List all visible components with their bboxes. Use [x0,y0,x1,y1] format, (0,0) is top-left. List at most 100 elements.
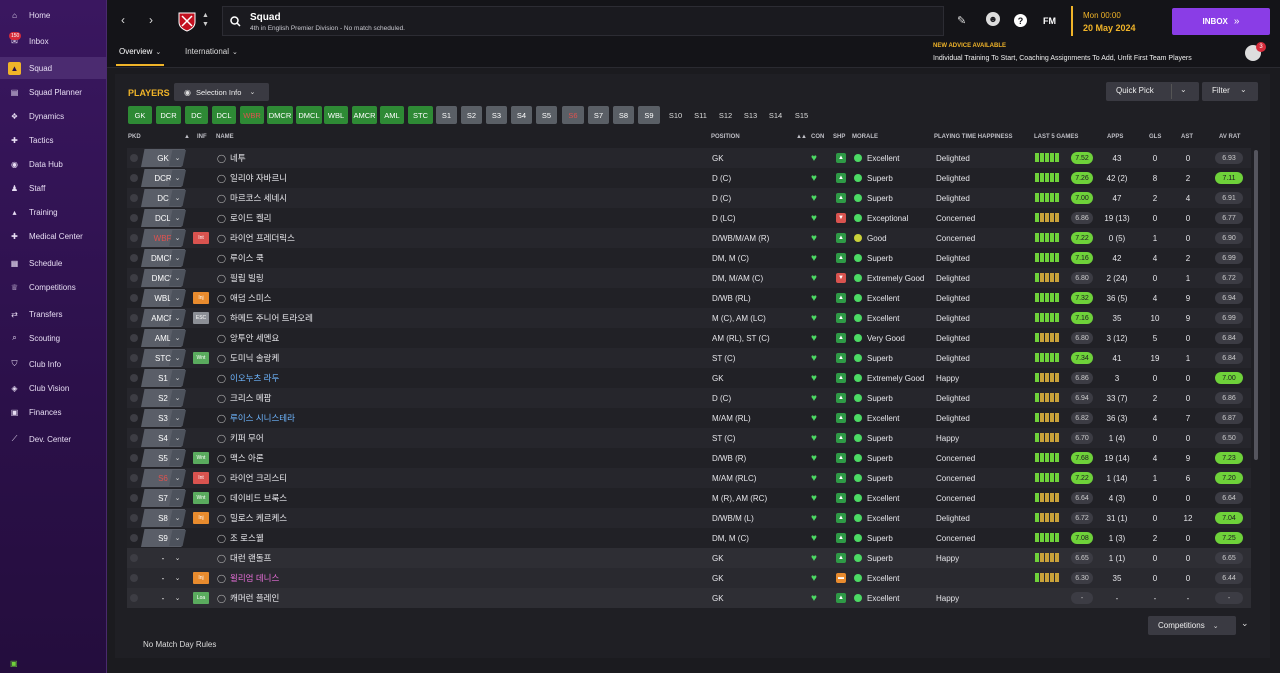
position-button-dmcr[interactable]: DMCR [267,106,293,124]
table-row[interactable]: - ⌄ Inj ◯ 윌리엄 데니스 GK ♥ ▬ Excellent 6.30 35 0 0 6.44 [127,568,1251,588]
col-position[interactable]: POSITION [711,134,740,140]
player-name[interactable]: 일리야 자바르니 [230,168,287,188]
position-button-dmcl[interactable]: DMCL [296,106,322,124]
table-row[interactable]: DCL ⌄ ◯ 로이드 켈리 D (LC) ♥ ▼ Exceptional Concerned 6… [127,208,1251,228]
club-switch-icon[interactable]: ▲ ▼ [202,11,209,29]
sidebar-item-club-info[interactable]: ⛉ Club Info [0,353,107,375]
pkd-indicator-icon[interactable] [130,394,138,402]
sidebar-item-finances[interactable]: ▣ Finances [0,401,107,423]
pkd-indicator-icon[interactable] [130,274,138,282]
pkd-indicator-icon[interactable] [130,434,138,442]
pkd-indicator-icon[interactable] [130,494,138,502]
position-button-s5[interactable]: S5 [536,106,557,124]
quick-pick-button[interactable]: Quick Pick ⌄ [1106,82,1199,101]
date-display[interactable]: Mon 00:00 20 May 2024 [1071,6,1169,36]
position-button-aml[interactable]: AML [380,106,404,124]
sidebar-item-competitions[interactable]: ♕ Competitions [0,276,107,298]
sidebar-item-inbox[interactable]: ✉ 150 Inbox [0,30,107,52]
player-name[interactable]: 앙투안 세멘요 [230,328,279,348]
player-name[interactable]: 라이언 프레더릭스 [230,228,295,248]
advice-panel[interactable]: NEW ADVICE AVAILABLE Individual Training… [928,42,1270,66]
position-button-s8[interactable]: S8 [613,106,634,124]
player-name[interactable]: 키퍼 무어 [230,428,264,448]
player-name[interactable]: 윌리엄 데니스 [230,568,279,588]
pkd-indicator-icon[interactable] [130,474,138,482]
pkd-indicator-icon[interactable] [130,534,138,542]
player-name[interactable]: 밀로스 케르케스 [230,508,287,528]
table-row[interactable]: S4 ⌄ ◯ 키퍼 무어 ST (C) ♥ ▲ Superb Happy 6.70 1 (4) 0 0 6… [127,428,1251,448]
col-morale[interactable]: MORALE [852,134,878,140]
table-row[interactable]: DCR ⌄ ◯ 일리야 자바르니 D (C) ♥ ▲ Superb Delighted 7.26 4… [127,168,1251,188]
sidebar-item-squad[interactable]: ▲ Squad [0,57,107,79]
position-button-s7[interactable]: S7 [588,106,609,124]
player-name[interactable]: 데이비드 브룩스 [230,488,287,508]
sidebar-item-schedule[interactable]: ▦ Schedule [0,252,107,274]
col-playing-time-happiness[interactable]: PLAYING TIME HAPPINESS [934,134,1012,140]
table-row[interactable]: AML ⌄ ◯ 앙투안 세멘요 AM (RL), ST (C) ♥ ▲ Very Good De… [127,328,1251,348]
inbox-continue-button[interactable]: INBOX » [1172,8,1270,35]
position-button-s4[interactable]: S4 [511,106,532,124]
player-name[interactable]: 애덤 스미스 [230,288,271,308]
pkd-indicator-icon[interactable] [130,334,138,342]
tab-international[interactable]: International ⌄ [182,46,241,66]
expand-chevron-icon[interactable]: ⌄ [1241,618,1249,629]
player-name[interactable]: 마르코스 세네시 [230,188,287,208]
sidebar-item-club-vision[interactable]: ◈ Club Vision [0,377,107,399]
col-apps[interactable]: APPS [1107,134,1123,140]
pkd-indicator-icon[interactable] [130,374,138,382]
col-shp[interactable]: SHP [833,134,845,140]
player-name[interactable]: 라이언 크리스티 [230,468,287,488]
player-name[interactable]: 대런 랜돌프 [230,548,271,568]
scrollbar[interactable] [1254,150,1258,460]
table-row[interactable]: DC ⌄ ◯ 마르코스 세네시 D (C) ♥ ▲ Superb Delighted 7.00 47… [127,188,1251,208]
player-name[interactable]: 네투 [230,148,246,168]
table-row[interactable]: - ⌄ Loa ◯ 캐머런 플레인 GK ♥ ▲ Excellent Happy - - - - - [127,588,1251,608]
position-button-wbr[interactable]: WBR [240,106,264,124]
tab-overview[interactable]: Overview ⌄ [116,46,165,66]
table-row[interactable]: S2 ⌄ ◯ 크리스 메팜 D (C) ♥ ▲ Superb Delighted 6.94 33 (… [127,388,1251,408]
position-button-dc[interactable]: DC [185,106,208,124]
sidebar-item-scouting[interactable]: ⌕ Scouting [0,327,107,349]
position-button-stc[interactable]: STC [408,106,433,124]
pkd-indicator-icon[interactable] [130,554,138,562]
table-row[interactable]: WBR ⌄ Int ◯ 라이언 프레더릭스 D/WB/M/AM (R) ♥ ▲ Good Conc… [127,228,1251,248]
sidebar-item-dynamics[interactable]: ❖ Dynamics [0,105,107,127]
table-row[interactable]: S3 ⌄ ◯ 루이스 시니스테라 M/AM (RL) ♥ ▲ Excellent Delight… [127,408,1251,428]
player-name[interactable]: 맥스 아론 [230,448,264,468]
player-name[interactable]: 루이스 쿡 [230,248,264,268]
sidebar-item-medical-center[interactable]: ✚ Medical Center [0,225,107,247]
position-button-s13[interactable]: S13 [739,106,762,124]
fm-logo[interactable]: FM [1043,16,1056,26]
position-button-s10[interactable]: S10 [664,106,687,124]
table-row[interactable]: S5 ⌄ Wnt ◯ 맥스 아론 D/WB (R) ♥ ▲ Superb Concerned 7.6… [127,448,1251,468]
table-row[interactable]: S9 ⌄ ◯ 조 로스웰 DM, M (C) ♥ ▲ Superb Concerned 7.08 1… [127,528,1251,548]
pkd-indicator-icon[interactable] [130,594,138,602]
sidebar-item-squad-planner[interactable]: ▤ Squad Planner [0,81,107,103]
position-button-dcr[interactable]: DCR [156,106,181,124]
position-button-s12[interactable]: S12 [714,106,737,124]
table-row[interactable]: S7 ⌄ Wnt ◯ 데이비드 브룩스 M (R), AM (RC) ♥ ▲ Excellent… [127,488,1251,508]
table-row[interactable]: STC ⌄ Wnt ◯ 도미닉 솔랑케 ST (C) ♥ ▲ Superb Delighted 7.… [127,348,1251,368]
help-icon[interactable]: ? [1014,14,1027,27]
position-button-dcl[interactable]: DCL [212,106,236,124]
back-arrow-icon[interactable]: ‹ [121,13,125,27]
sidebar-item-staff[interactable]: ♟ Staff [0,177,107,199]
player-name[interactable]: 필립 빌링 [230,268,264,288]
position-button-s1[interactable]: S1 [436,106,457,124]
table-row[interactable]: DMCL ⌄ ◯ 필립 빌링 DM, M/AM (C) ♥ ▼ Extremely Good D… [127,268,1251,288]
status-icon[interactable]: ▣ [10,659,18,668]
pkd-indicator-icon[interactable] [130,414,138,422]
table-row[interactable]: GK ⌄ ◯ 네투 GK ♥ ▲ Excellent Delighted 7.52 43 0 0 6.93 [127,148,1251,168]
pkd-indicator-icon[interactable] [130,294,138,302]
player-name[interactable]: 루이스 시니스테라 [230,408,295,428]
pkd-indicator-icon[interactable] [130,574,138,582]
pkd-indicator-icon[interactable] [130,174,138,182]
position-button-wbl[interactable]: WBL [324,106,348,124]
sidebar-item-dev-center[interactable]: ⟋ Dev. Center [0,428,107,450]
pkd-indicator-icon[interactable] [130,454,138,462]
position-button-s2[interactable]: S2 [461,106,482,124]
sidebar-item-data-hub[interactable]: ◉ Data Hub [0,153,107,175]
col-gls[interactable]: GLS [1149,134,1161,140]
face-icon[interactable]: ☻ [986,12,1000,26]
position-button-amcr[interactable]: AMCR [352,106,377,124]
